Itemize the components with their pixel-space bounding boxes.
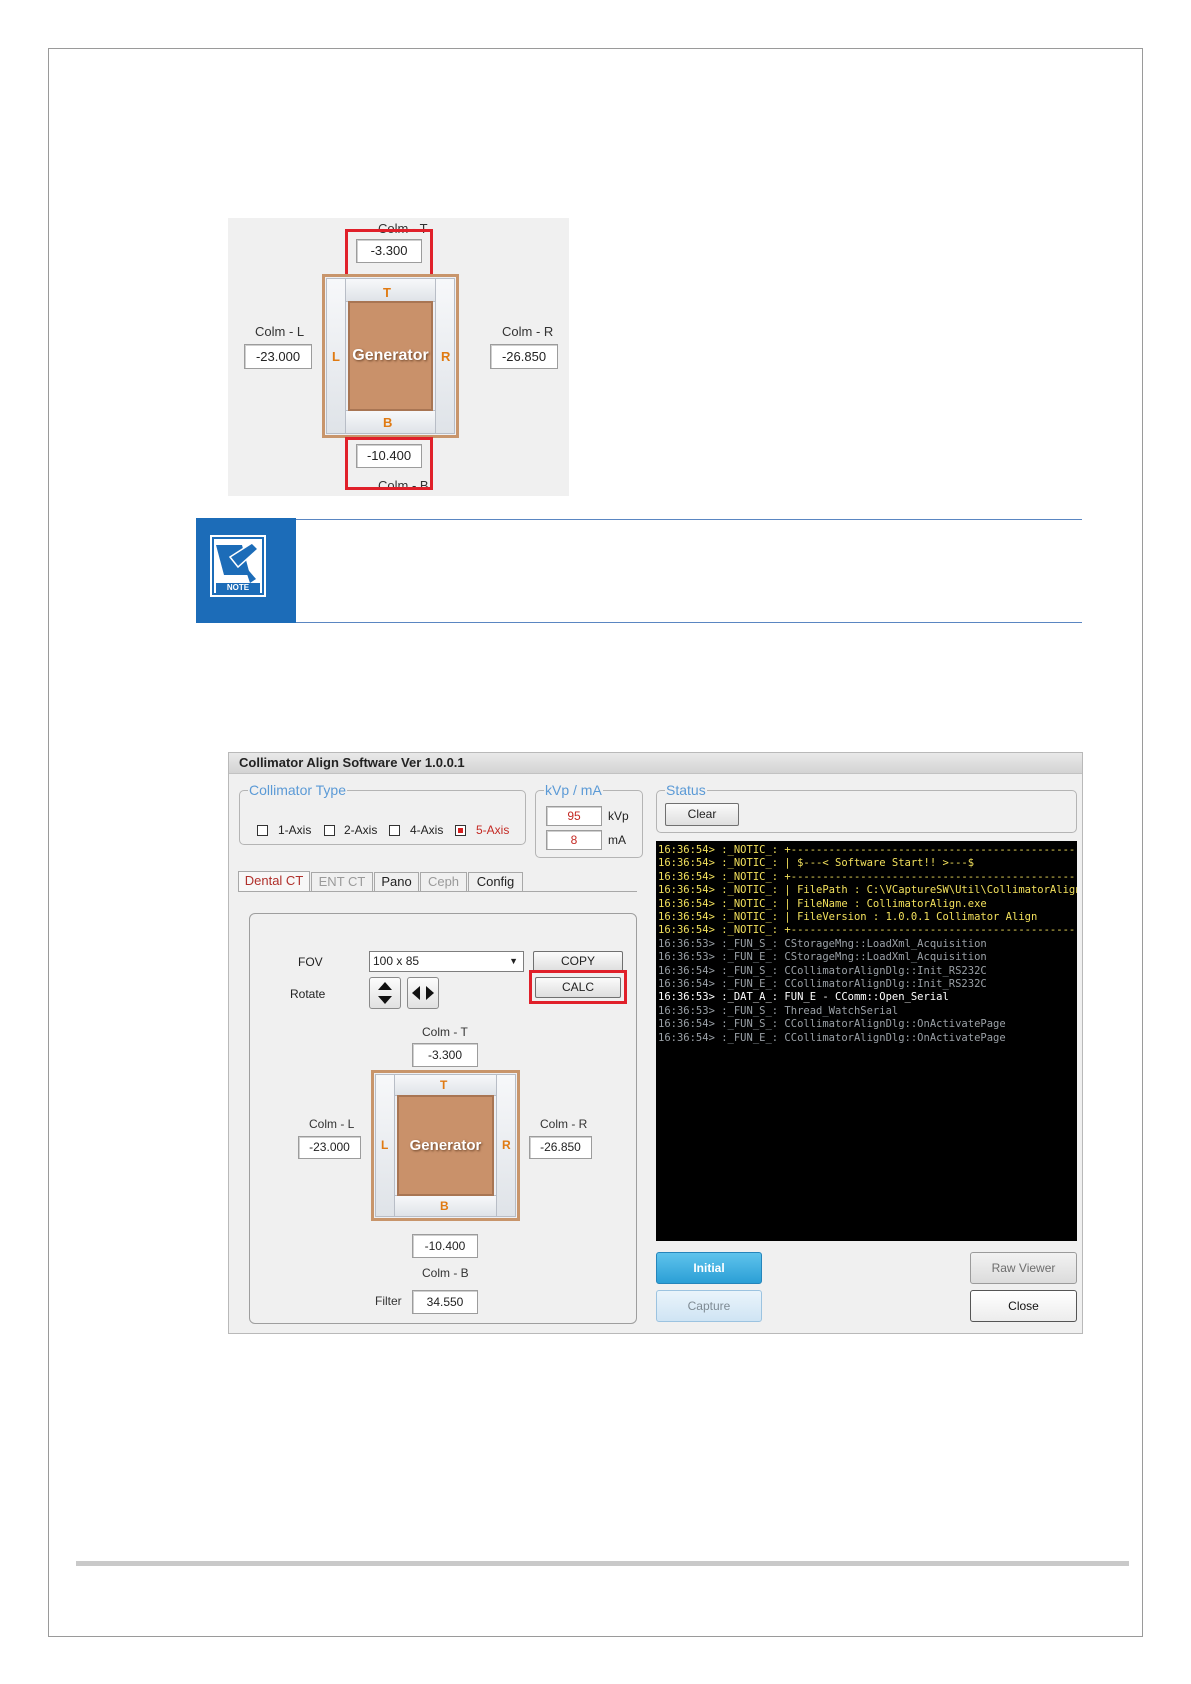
axis1-checkbox[interactable] (257, 825, 268, 836)
log-line: 16:36:54> :_NOTIC_: | FileVersion : 1.0.… (658, 911, 1038, 923)
letter-b: B (383, 415, 393, 430)
dental-ct-panel: FOV 100 x 85 ▼ COPY Rotate CALC Colm - T… (249, 913, 637, 1324)
leftright-arrows-icon (412, 986, 434, 1000)
log-line: 16:36:53> :_FUN_S_: Thread_WatchSerial (658, 1004, 899, 1017)
letter-r: R (441, 349, 451, 364)
tab-dental-ct[interactable]: Dental CT (238, 871, 310, 891)
panel-colm-t-label: Colm - T (422, 1025, 468, 1039)
fov-label: FOV (298, 955, 323, 969)
axis5-checkbox[interactable] (455, 825, 466, 836)
filter-field[interactable]: 34.550 (412, 1290, 478, 1314)
status-group: Status Clear (656, 782, 1077, 833)
panel-letter-t: T (440, 1078, 448, 1092)
log-line: 16:36:54> :_NOTIC_: +-------------------… (658, 844, 1077, 856)
fov-select[interactable]: 100 x 85 ▼ (369, 951, 524, 972)
panel-letter-r: R (502, 1138, 511, 1152)
rotate-vertical-button[interactable] (369, 977, 401, 1009)
panel-colm-l-label: Colm - L (309, 1117, 355, 1131)
panel-colm-t-field[interactable]: -3.300 (412, 1043, 478, 1067)
tab-ceph[interactable]: Ceph (420, 872, 467, 891)
updown-arrows-icon (378, 982, 392, 1004)
ma-unit: mA (608, 833, 626, 847)
log-line: 16:36:53> :_FUN_E_: CStorageMng::LoadXml… (658, 951, 987, 964)
axis2-checkbox[interactable] (324, 825, 335, 836)
panel-colm-b-label: Colm - B (422, 1266, 469, 1280)
log-line: 16:36:53> :_FUN_S_: CStorageMng::LoadXml… (658, 937, 987, 950)
log-line: 16:36:54> :_FUN_S_: CCollimatorAlignDlg:… (658, 1018, 1006, 1031)
copy-button[interactable]: COPY (533, 951, 623, 972)
letter-l: L (332, 349, 340, 364)
fov-select-value: 100 x 85 (373, 954, 420, 968)
panel-colm-r-label: Colm - R (540, 1117, 588, 1131)
panel-colm-b-field[interactable]: -10.400 (412, 1234, 478, 1258)
tab-config[interactable]: Config (468, 872, 523, 891)
collimator-type-legend: Collimator Type (248, 782, 348, 798)
colm-l-field[interactable]: -23.000 (244, 344, 312, 369)
log-line: 16:36:54> :_FUN_S_: CCollimatorAlignDlg:… (658, 964, 987, 977)
ma-input[interactable]: 8 (546, 830, 602, 850)
note-banner: NOTE (196, 518, 296, 623)
log-console[interactable]: 16:36:54> :_NOTIC_: +-------------------… (656, 841, 1077, 1241)
kvp-input[interactable]: 95 (546, 806, 602, 826)
calc-highlight-box (529, 970, 627, 1004)
note-rule-bottom (296, 622, 1082, 623)
window-title: Collimator Align Software Ver 1.0.0.1 (239, 755, 465, 770)
note-icon-label: NOTE (226, 583, 250, 592)
letter-t: T (383, 285, 391, 300)
panel-colm-r-field[interactable]: -26.850 (529, 1136, 592, 1159)
title-bar: Collimator Align Software Ver 1.0.0.1 (229, 753, 1082, 774)
log-line: 16:36:54> :_NOTIC_: | FileName : Collima… (658, 897, 987, 910)
axis4-checkbox[interactable] (389, 825, 400, 836)
kvp-unit: kVp (608, 809, 629, 823)
rotate-horizontal-button[interactable] (407, 977, 439, 1009)
note-icon: NOTE (210, 535, 266, 597)
filter-label: Filter (375, 1294, 402, 1308)
axis1-label: 1-Axis (278, 823, 312, 837)
chevron-down-icon: ▼ (509, 956, 518, 966)
panel-generator-diagram: Generator T L R B (371, 1070, 520, 1221)
panel-generator-box: Generator (397, 1095, 494, 1196)
generator-diagram: Generator T L R B (322, 274, 459, 438)
kvp-ma-group: kVp / mA 95 kVp 8 mA (535, 782, 643, 858)
collimator-values-crop: Colm - T -3.300 Generator T L R B Colm -… (228, 218, 569, 496)
log-line: 16:36:53> :_DAT_A_: FUN_E - CComm::Open_… (658, 991, 949, 1004)
rotate-label: Rotate (290, 987, 326, 1001)
panel-colm-l-field[interactable]: -23.000 (298, 1136, 361, 1159)
log-line: 16:36:54> :_NOTIC_: | FilePath : C:\VCap… (658, 884, 1077, 897)
log-line: 16:36:54> :_FUN_E_: CCollimatorAlignDlg:… (658, 978, 987, 990)
clear-button[interactable]: Clear (665, 803, 739, 826)
log-line: 16:36:54> :_NOTIC_: | $---< Software Sta… (658, 857, 975, 870)
generator-box: Generator (348, 301, 433, 411)
collimator-align-window: Collimator Align Software Ver 1.0.0.1 Co… (228, 752, 1083, 1334)
panel-letter-b: B (440, 1199, 449, 1213)
note-rule-top (296, 519, 1082, 520)
colm-r-label: Colm - R (502, 324, 554, 339)
status-legend: Status (665, 782, 707, 798)
collimator-type-group: Collimator Type 1-Axis 2-Axis 4-Axis 5-A… (239, 782, 526, 845)
log-line: 16:36:54> :_NOTIC_: +-------------------… (658, 924, 1077, 937)
log-line: 16:36:54> :_NOTIC_: +-------------------… (658, 870, 1077, 883)
log-line: 16:36:54> :_FUN_E_: CCollimatorAlignDlg:… (658, 1031, 1006, 1044)
colm-l-label: Colm - L (255, 324, 305, 339)
kvp-ma-legend: kVp / mA (544, 782, 603, 798)
panel-letter-l: L (381, 1138, 389, 1152)
initial-button[interactable]: Initial (656, 1252, 762, 1284)
tab-pano[interactable]: Pano (374, 872, 419, 891)
tab-ent-ct[interactable]: ENT CT (311, 872, 373, 891)
raw-viewer-button[interactable]: Raw Viewer (970, 1252, 1077, 1284)
footer-rule (76, 1561, 1129, 1566)
capture-button[interactable]: Capture (656, 1290, 762, 1322)
colm-r-field[interactable]: -26.850 (490, 344, 558, 369)
highlight-box-bottom (345, 437, 433, 490)
close-button[interactable]: Close (970, 1290, 1077, 1322)
axis5-label: 5-Axis (476, 823, 510, 837)
axis4-label: 4-Axis (410, 823, 444, 837)
axis2-label: 2-Axis (344, 823, 378, 837)
